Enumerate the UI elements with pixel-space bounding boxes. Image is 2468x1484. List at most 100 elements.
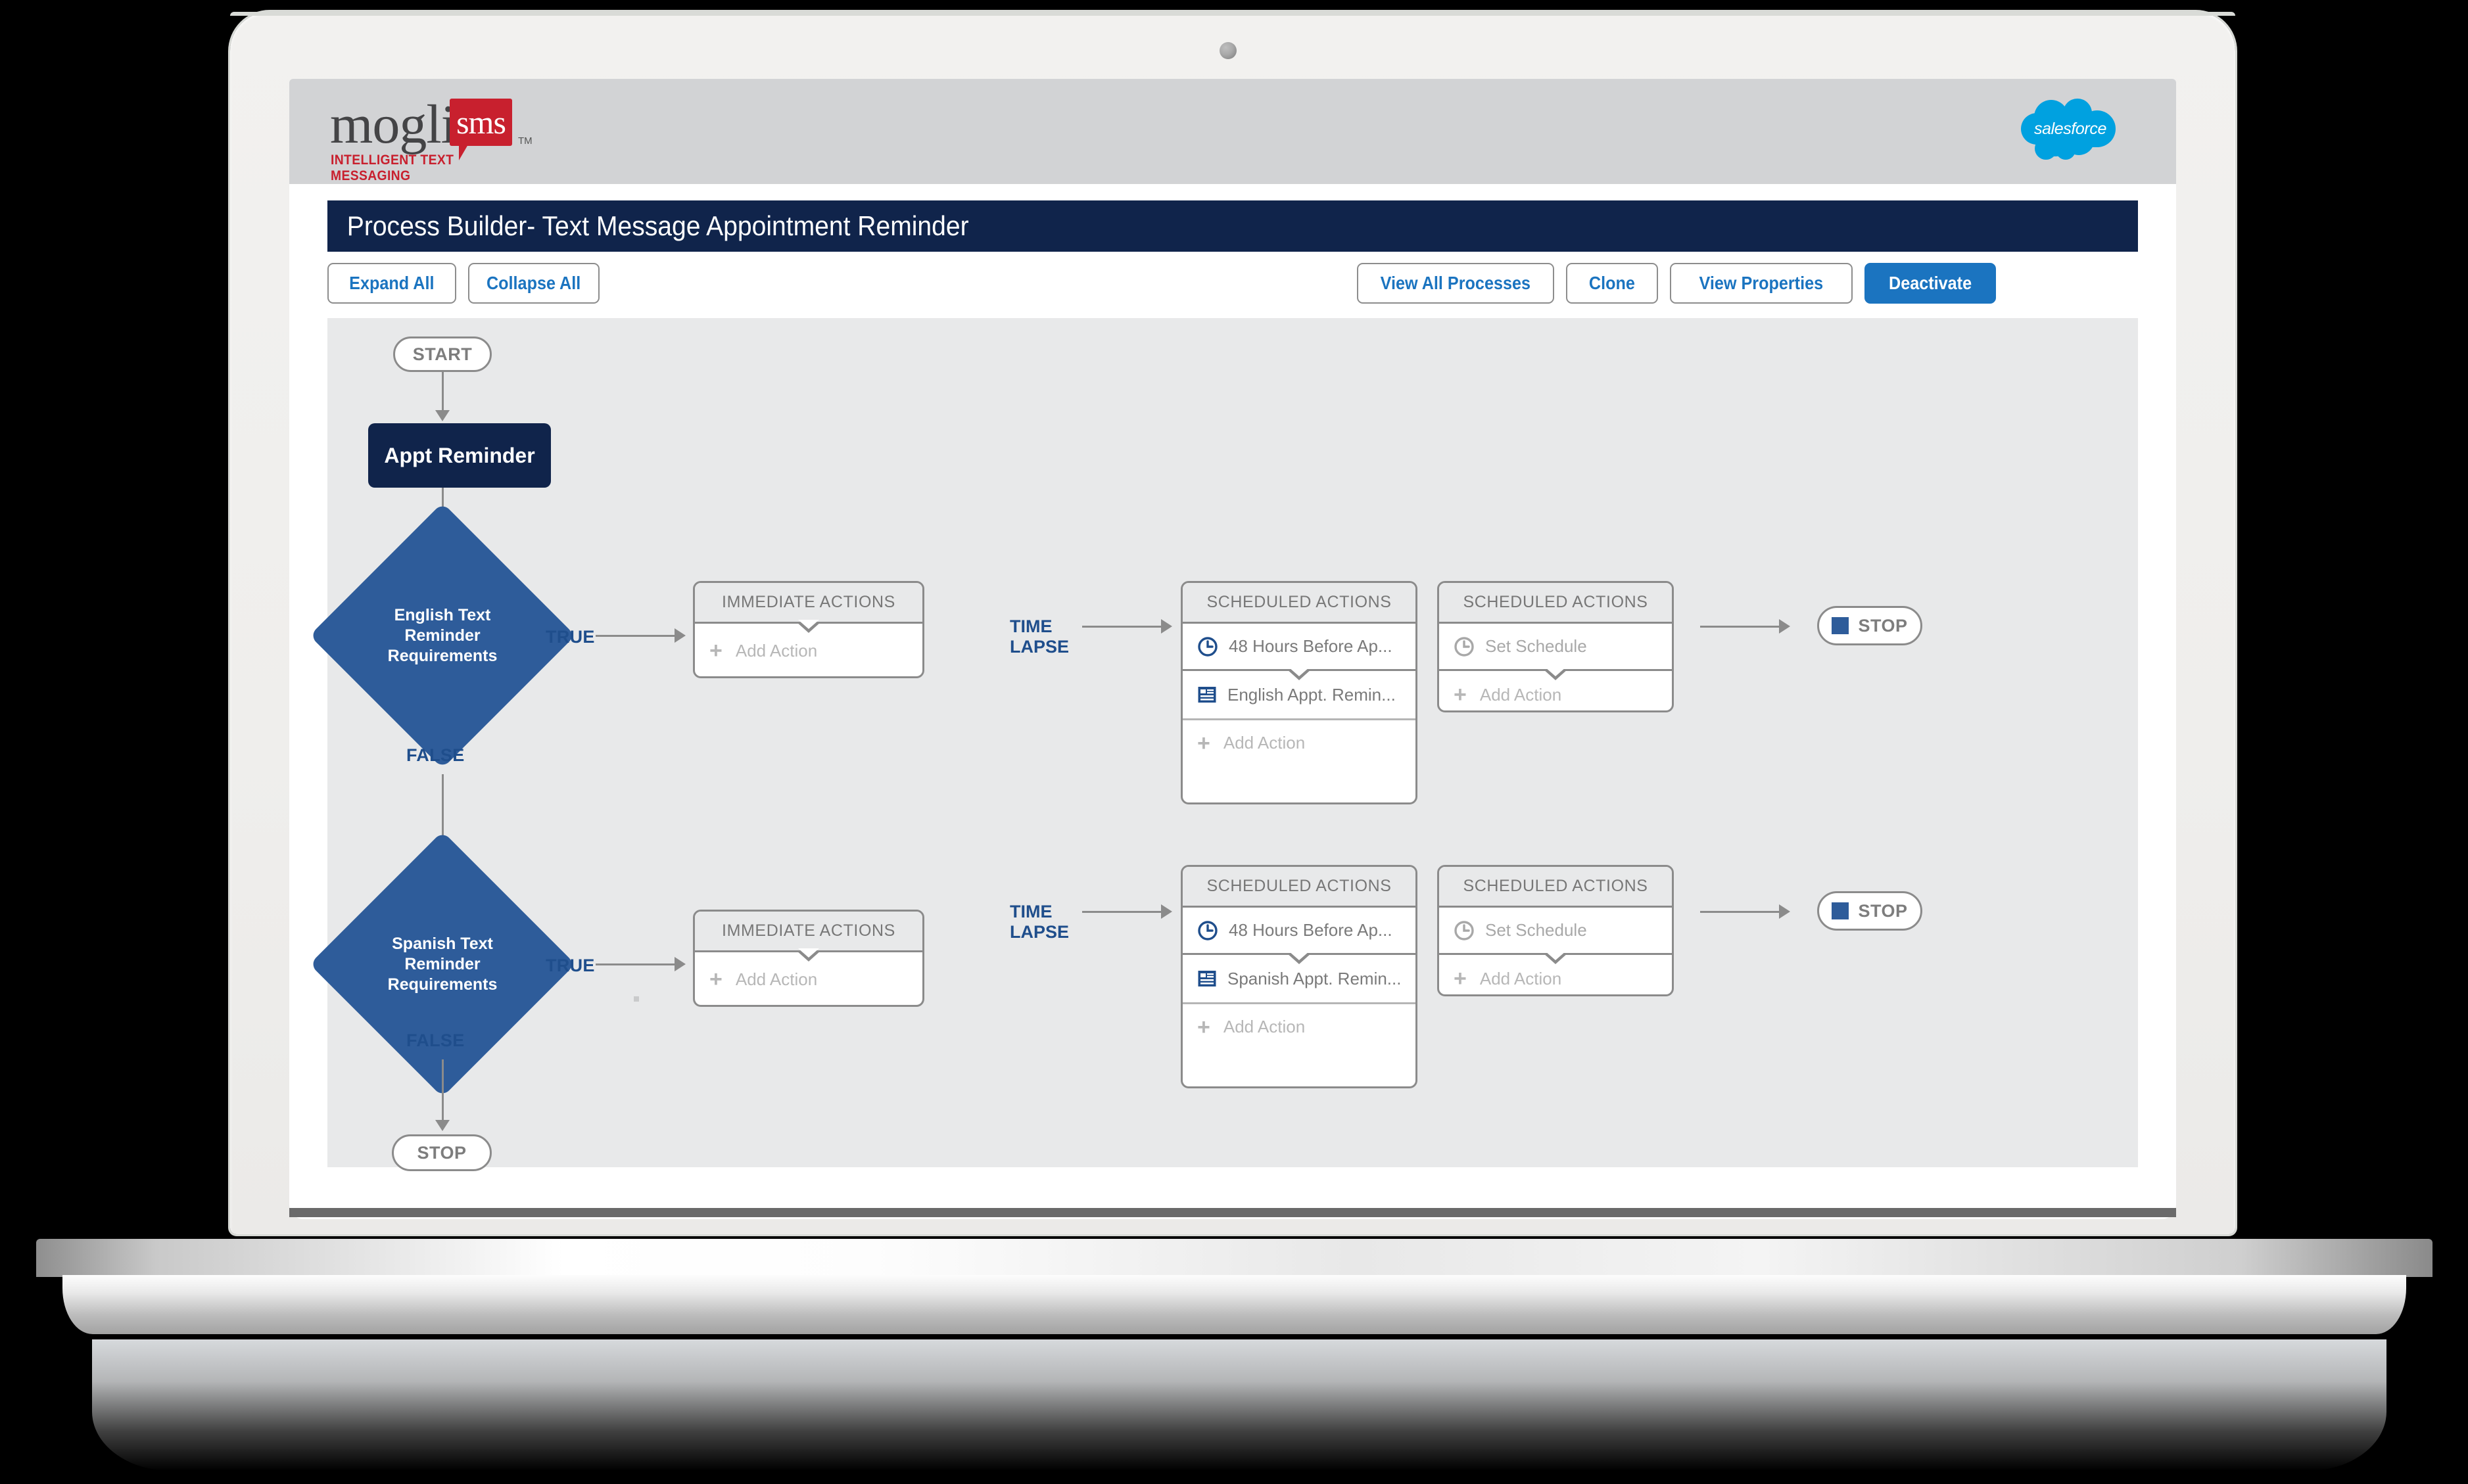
view-all-processes-label: View All Processes	[1380, 273, 1531, 293]
english-immediate-actions-card[interactable]: IMMEDIATE ACTIONS + Add Action	[693, 581, 924, 678]
arrow-down-icon	[435, 410, 450, 421]
record-update-icon	[1197, 685, 1217, 705]
final-stop-node[interactable]: STOP	[392, 1134, 492, 1171]
laptop-lid-top-edge	[230, 12, 2235, 16]
spanish-second-add-action-label: Add Action	[1479, 968, 1562, 988]
spanish-schedule-time-label: 48 Hours Before Ap...	[1229, 920, 1392, 940]
spanish-true-label: TRUE	[546, 956, 595, 975]
spanish-action-label: Spanish Appt. Remin...	[1227, 968, 1402, 988]
english-set-schedule-label: Set Schedule	[1485, 636, 1587, 656]
clone-label: Clone	[1588, 273, 1636, 293]
trigger-node[interactable]: Appt Reminder	[368, 423, 551, 488]
spanish-immediate-actions-card[interactable]: IMMEDIATE ACTIONS + Add Action	[693, 910, 924, 1007]
spanish-stop-node[interactable]: STOP	[1817, 891, 1922, 931]
clock-icon	[1454, 636, 1475, 657]
clone-button[interactable]: Clone	[1566, 263, 1658, 304]
spanish-immediate-actions-header: IMMEDIATE ACTIONS	[695, 912, 922, 962]
english-second-scheduled-actions-card[interactable]: SCHEDULED ACTIONS Set Schedule + Add Act…	[1437, 581, 1674, 712]
arrow-right-icon	[1779, 619, 1790, 634]
svg-text:salesforce: salesforce	[2034, 120, 2106, 138]
expand-all-label: Expand All	[349, 273, 435, 293]
deactivate-button[interactable]: Deactivate	[1864, 263, 1996, 304]
english-immediate-add-action-label: Add Action	[735, 640, 818, 661]
english-immediate-actions-title: IMMEDIATE ACTIONS	[722, 593, 895, 611]
english-scheduled-add-action[interactable]: + Add Action	[1183, 718, 1415, 766]
stop-square-icon	[1832, 617, 1849, 634]
spanish-criteria-line2: Reminder	[404, 954, 481, 973]
spanish-scheduled-actions-title: SCHEDULED ACTIONS	[1206, 877, 1392, 895]
salesforce-cloud-logo: salesforce	[2014, 97, 2126, 166]
english-true-label: TRUE	[546, 627, 595, 647]
english-scheduled-actions-card[interactable]: SCHEDULED ACTIONS 48 Hours Before Ap...	[1181, 581, 1417, 804]
mogli-sms-logo: mogli sms TM INTELLIGENT TEXT MESSAGING	[330, 94, 547, 184]
toolbar: Expand All Collapse All View All Process…	[327, 263, 2138, 309]
collapse-all-label: Collapse All	[486, 273, 581, 293]
english-criteria-line3: Requirements	[387, 646, 498, 665]
expand-all-button[interactable]: Expand All	[327, 263, 456, 304]
english-criteria-label: English Text Reminder Requirements	[348, 542, 536, 730]
spanish-scheduled-add-action[interactable]: + Add Action	[1183, 1002, 1415, 1050]
english-scheduled-actions-header: SCHEDULED ACTIONS	[1183, 583, 1415, 624]
logo-sms-text: sms	[456, 104, 506, 141]
arrow-right-icon	[1161, 904, 1172, 919]
chevron-down-icon	[1543, 951, 1568, 964]
spanish-schedule-time-row[interactable]: 48 Hours Before Ap...	[1183, 908, 1415, 964]
english-schedule-time-label: 48 Hours Before Ap...	[1229, 636, 1392, 656]
arrow-right-icon	[1779, 904, 1790, 919]
spanish-criteria-line3: Requirements	[387, 975, 498, 994]
spanish-set-schedule-row[interactable]: Set Schedule	[1439, 908, 1672, 964]
english-second-scheduled-header: SCHEDULED ACTIONS	[1439, 583, 1672, 624]
logo-trademark: TM	[518, 135, 533, 147]
clock-icon	[1197, 636, 1218, 657]
spanish-stop-label: STOP	[1858, 900, 1908, 921]
trigger-node-label: Appt Reminder	[384, 443, 535, 467]
laptop-mockup: mogli sms TM INTELLIGENT TEXT MESSAGING	[0, 0, 2468, 1484]
english-criteria-diamond[interactable]: English Text Reminder Requirements	[309, 502, 576, 769]
english-false-label: FALSE	[406, 745, 465, 765]
english-stop-label: STOP	[1858, 615, 1908, 636]
spanish-scheduled-actions-card[interactable]: SCHEDULED ACTIONS 48 Hours Before Ap...	[1181, 865, 1417, 1088]
english-schedule-time-row[interactable]: 48 Hours Before Ap...	[1183, 624, 1415, 680]
screen-bottom-edge	[289, 1208, 2176, 1217]
connector-english-true	[596, 635, 676, 637]
logo-tagline: INTELLIGENT TEXT MESSAGING	[331, 152, 454, 183]
english-scheduled-add-action-label: Add Action	[1223, 733, 1306, 753]
spanish-time-lapse-line2: LAPSE	[1010, 922, 1070, 942]
spanish-immediate-actions-title: IMMEDIATE ACTIONS	[722, 921, 895, 940]
spanish-set-schedule-label: Set Schedule	[1485, 920, 1587, 940]
laptop-base	[62, 1275, 2406, 1334]
spanish-time-lapse-line1: TIME	[1010, 902, 1053, 921]
english-time-lapse-line1: TIME	[1010, 616, 1053, 636]
clock-icon	[1197, 920, 1218, 941]
english-second-add-action-label: Add Action	[1479, 684, 1562, 705]
english-scheduled-actions-title: SCHEDULED ACTIONS	[1206, 593, 1392, 611]
start-label: START	[412, 344, 473, 364]
view-all-processes-button[interactable]: View All Processes	[1357, 263, 1554, 304]
laptop-hinge	[36, 1239, 2432, 1277]
english-time-lapse-label: TIME LAPSE	[1010, 616, 1069, 657]
connector-english-to-stop	[1700, 626, 1782, 628]
start-node[interactable]: START	[393, 336, 492, 372]
view-properties-button[interactable]: View Properties	[1670, 263, 1853, 304]
laptop-reflection	[92, 1339, 2386, 1471]
english-time-lapse-line2: LAPSE	[1010, 637, 1070, 657]
logo-sms-badge: sms	[450, 99, 512, 146]
english-criteria-line1: English Text	[394, 605, 491, 624]
spanish-second-scheduled-actions-card[interactable]: SCHEDULED ACTIONS Set Schedule + Add Act…	[1437, 865, 1674, 996]
canvas-artifact-dot	[634, 996, 639, 1002]
spanish-second-scheduled-header: SCHEDULED ACTIONS	[1439, 867, 1672, 908]
connector-spanish-timelapse	[1082, 911, 1164, 913]
chevron-down-icon	[796, 948, 821, 962]
deactivate-label: Deactivate	[1888, 273, 1972, 293]
english-set-schedule-row[interactable]: Set Schedule	[1439, 624, 1672, 680]
collapse-all-button[interactable]: Collapse All	[468, 263, 600, 304]
webcam-icon	[1220, 42, 1237, 59]
english-stop-node[interactable]: STOP	[1817, 606, 1922, 645]
english-immediate-actions-header: IMMEDIATE ACTIONS	[695, 583, 922, 633]
chevron-down-icon	[796, 620, 821, 633]
arrow-right-icon	[675, 957, 686, 971]
page-title-bar: Process Builder- Text Message Appointmen…	[327, 200, 2138, 252]
spanish-scheduled-actions-header: SCHEDULED ACTIONS	[1183, 867, 1415, 908]
connector-spanish-to-stop	[1700, 911, 1782, 913]
logo-wordmark: mogli	[330, 94, 456, 155]
